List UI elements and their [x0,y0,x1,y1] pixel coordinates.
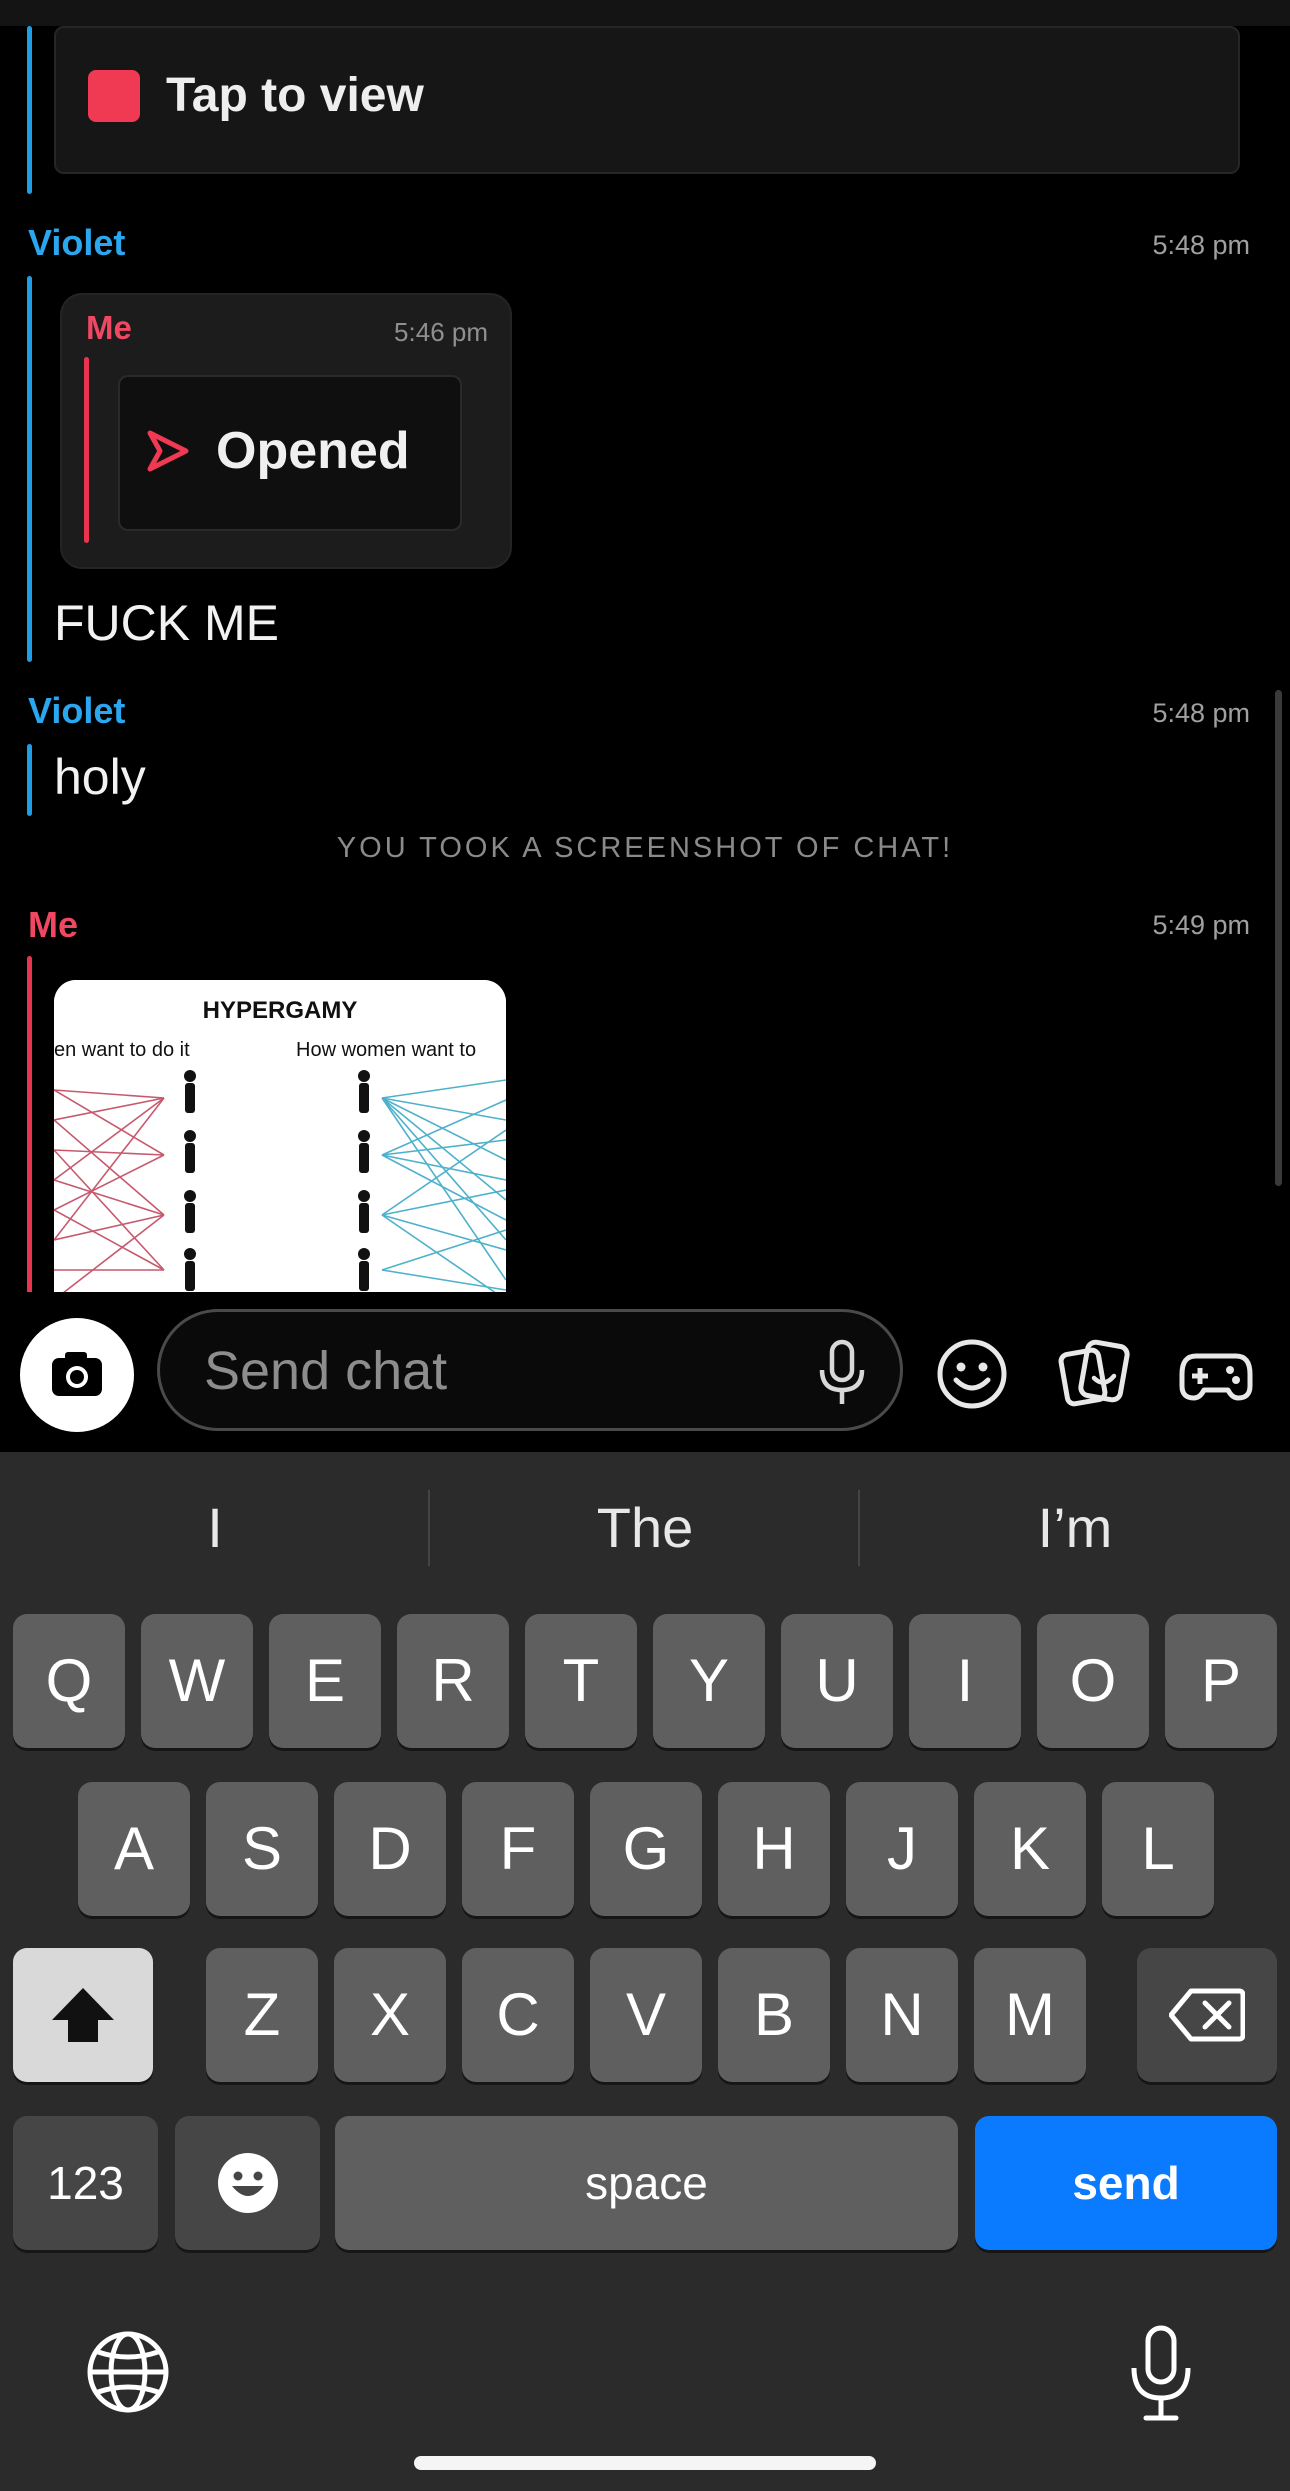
key-d[interactable]: D [334,1782,446,1916]
scrollbar[interactable] [1275,690,1282,1186]
send-key[interactable]: send [975,2116,1277,2250]
globe-icon[interactable] [84,2328,172,2416]
message-time: 5:49 pm [1152,910,1250,940]
keyboard: I The I’m Q W E R T Y U I O P A S D F G … [0,1452,1290,2491]
key-r[interactable]: R [397,1614,509,1748]
key-v[interactable]: V [590,1948,702,2082]
sender-stripe [27,956,32,1292]
message-time: 5:48 pm [1152,698,1250,728]
key-w[interactable]: W [141,1614,253,1748]
key-p[interactable]: P [1165,1614,1277,1748]
send-chat-input[interactable] [202,1338,766,1404]
microphone-icon[interactable] [814,1338,870,1408]
quoted-sender: Me [86,309,132,346]
suggestion-2[interactable]: The [430,1452,860,1604]
message-text: holy [54,749,146,805]
key-f[interactable]: F [462,1782,574,1916]
key-z[interactable]: Z [206,1948,318,2082]
top-edge [0,0,1290,26]
camera-button[interactable] [20,1318,134,1432]
space-key[interactable]: space [335,2116,958,2250]
image-right-caption: How women want to [296,1039,476,1061]
key-x[interactable]: X [334,1948,446,2082]
backspace-icon [1169,1988,1245,2042]
key-u[interactable]: U [781,1614,893,1748]
key-c[interactable]: C [462,1948,574,2082]
key-h[interactable]: H [718,1782,830,1916]
message-sender: Violet [28,222,126,263]
stickers-icon[interactable] [1056,1336,1132,1412]
key-a[interactable]: A [78,1782,190,1916]
sender-stripe [27,276,32,662]
shift-key[interactable] [13,1948,153,2082]
home-indicator[interactable] [414,2456,876,2470]
dictation-icon[interactable] [1128,2324,1194,2424]
key-q[interactable]: Q [13,1614,125,1748]
message-sender: Me [28,904,79,945]
suggestion-3[interactable]: I’m [860,1452,1290,1604]
sender-stripe [27,26,32,194]
image-message[interactable]: HYPERGAMY en want to do it How women wan… [54,980,506,1292]
snap-message[interactable]: Tap to view [54,26,1240,174]
key-n[interactable]: N [846,1948,958,2082]
key-m[interactable]: M [974,1948,1086,2082]
quote-stripe [84,357,89,543]
opened-label: Opened [216,422,410,480]
key-t[interactable]: T [525,1614,637,1748]
opened-status: Opened [118,375,462,531]
games-icon[interactable] [1178,1336,1254,1412]
chat-input-bar [0,1292,1290,1452]
emoji-key[interactable] [175,2116,320,2250]
message-sender: Violet [28,690,126,731]
quoted-time: 5:46 pm [394,317,488,347]
key-y[interactable]: Y [653,1614,765,1748]
key-g[interactable]: G [590,1782,702,1916]
chat-thread[interactable]: Tap to view Violet 5:48 pm Me 5:46 pm Op… [0,0,1290,1292]
shift-icon [52,1988,114,2042]
sender-stripe [27,744,32,816]
message-time: 5:48 pm [1152,230,1250,260]
emoji-icon [217,2153,278,2213]
message-text: FUCK ME [54,595,279,651]
opened-arrow-icon [147,430,189,472]
suggestion-1[interactable]: I [0,1452,430,1604]
hypergamy-image: HYPERGAMY en want to do it How women wan… [54,980,506,1292]
key-i[interactable]: I [909,1614,1021,1748]
image-left-caption: en want to do it [54,1039,190,1061]
image-title: HYPERGAMY [203,997,358,1024]
chat-field[interactable] [157,1309,903,1431]
snap-label: Tap to view [166,69,424,122]
numbers-key[interactable]: 123 [13,2116,158,2250]
key-k[interactable]: K [974,1782,1086,1916]
key-l[interactable]: L [1102,1782,1214,1916]
screenshot-notice: YOU TOOK A SCREENSHOT OF CHAT! [336,832,954,864]
emoji-icon[interactable] [934,1336,1010,1412]
snap-unopened-icon [88,70,140,122]
key-e[interactable]: E [269,1614,381,1748]
key-j[interactable]: J [846,1782,958,1916]
key-b[interactable]: B [718,1948,830,2082]
quoted-reply[interactable]: Me 5:46 pm Opened [60,293,512,569]
camera-icon [52,1352,102,1396]
key-s[interactable]: S [206,1782,318,1916]
backspace-key[interactable] [1137,1948,1277,2082]
key-o[interactable]: O [1037,1614,1149,1748]
